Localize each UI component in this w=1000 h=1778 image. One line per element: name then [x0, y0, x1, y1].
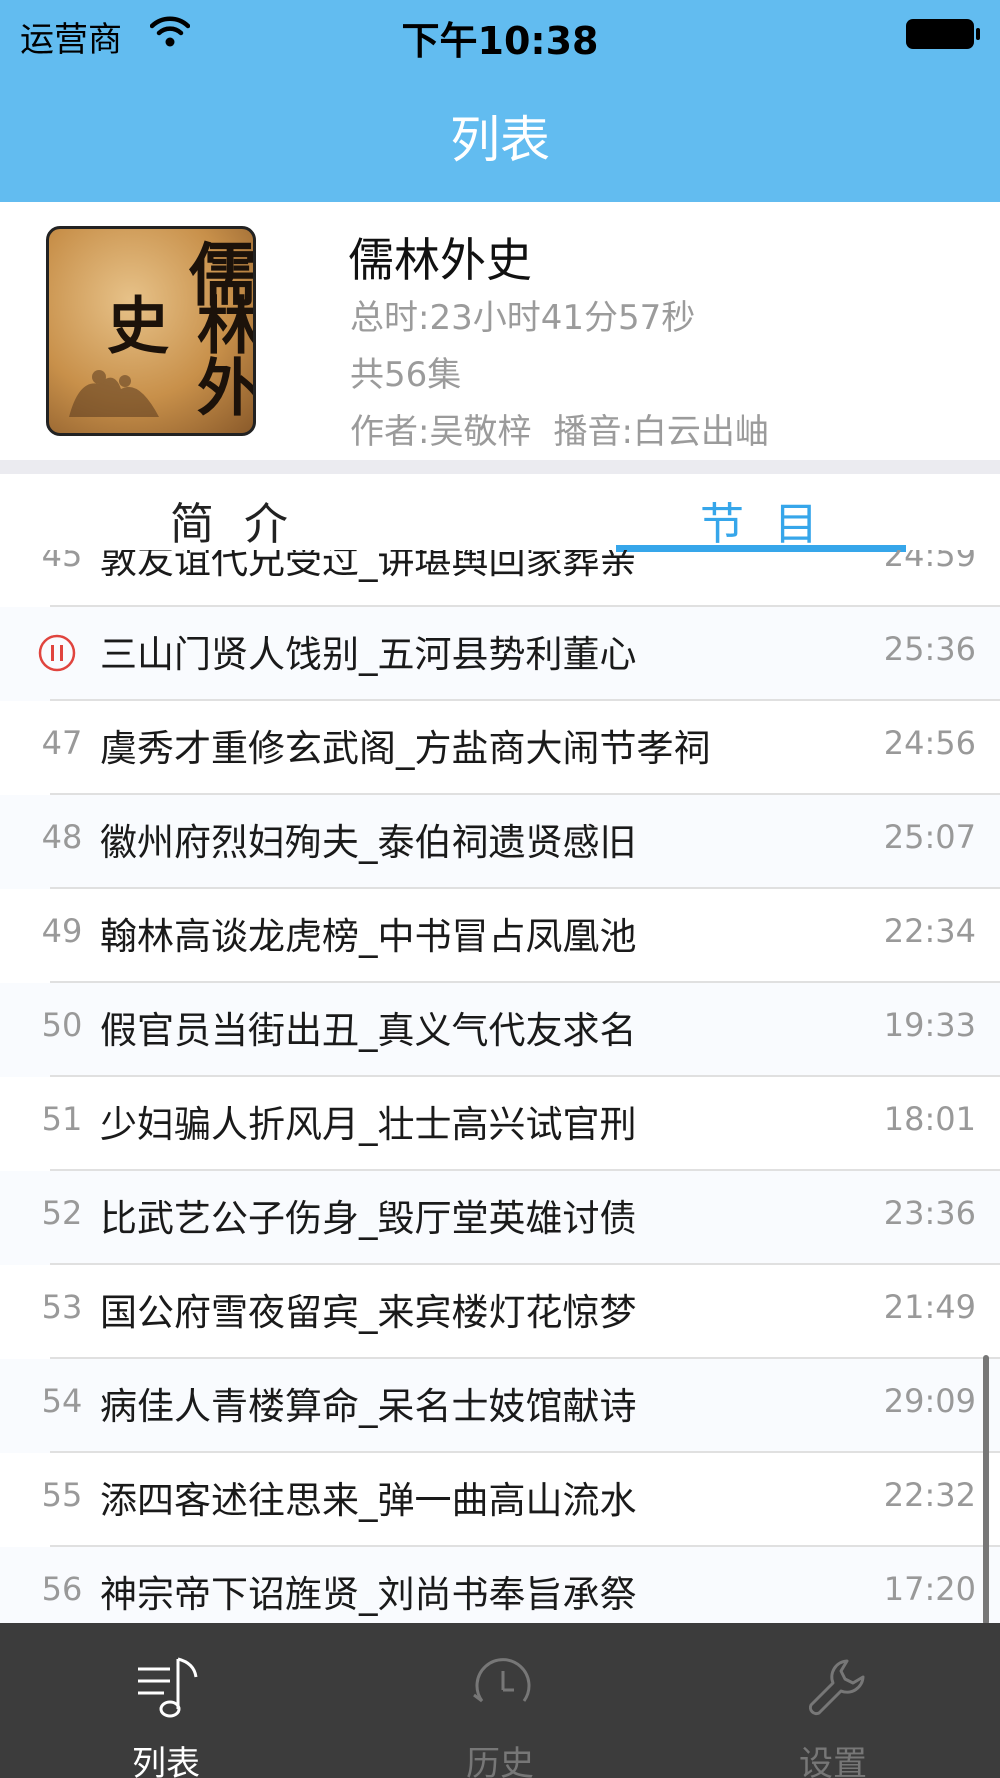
episode-number: 48 — [41, 818, 83, 856]
cover-illustration — [69, 370, 159, 417]
episode-count: 共56集 — [350, 355, 462, 395]
episode-duration: 21:49 — [883, 1288, 976, 1326]
episode-duration: 17:20 — [883, 1570, 976, 1608]
episode-number: 54 — [41, 1382, 83, 1420]
tab-intro[interactable]: 简介 — [170, 488, 318, 552]
episode-list[interactable]: 45 敦友谊代兄受过_讲堪舆回家葬亲 24:59 三山门贤人饯别_五河县势利董心… — [0, 550, 1000, 1623]
episode-duration: 25:07 — [883, 818, 976, 856]
episode-duration: 23:36 — [883, 1194, 976, 1232]
tabbar-item-history[interactable]: 历史 — [400, 1623, 600, 1778]
tabbar-label-settings: 设置 — [799, 1744, 867, 1778]
book-cover[interactable]: 儒 林外史 — [46, 226, 256, 436]
episode-duration: 25:36 — [883, 630, 976, 668]
tab-episodes[interactable]: 节目 — [700, 488, 848, 552]
episode-title: 虞秀才重修玄武阁_方盐商大闹节孝祠 — [100, 727, 711, 770]
book-title: 儒林外史 — [348, 233, 532, 287]
episode-duration: 29:09 — [883, 1382, 976, 1420]
episode-row[interactable]: 48 徽州府烈妇殉夫_泰伯祠遗贤感旧 25:07 — [0, 795, 1000, 889]
episode-number: 55 — [41, 1476, 83, 1514]
episode-title: 病佳人青楼算命_呆名士妓馆献诗 — [100, 1385, 637, 1428]
tabbar-label-list: 列表 — [132, 1744, 200, 1778]
status-bar: 运营商 下午10:38 — [0, 0, 1000, 70]
total-duration: 总时:23小时41分57秒 — [350, 298, 696, 338]
clock-icon — [473, 1658, 531, 1703]
page-title: 列表 — [450, 111, 550, 169]
segment-tabs: 简介 节目 — [0, 474, 1000, 554]
episode-row[interactable]: 52 比武艺公子伤身_毁厅堂英雄讨债 23:36 — [0, 1171, 1000, 1265]
battery-icon — [906, 19, 980, 49]
episode-title: 比武艺公子伤身_毁厅堂英雄讨债 — [100, 1197, 637, 1240]
episode-title: 翰林高谈龙虎榜_中书冒占凤凰池 — [100, 915, 637, 958]
episode-row[interactable]: 49 翰林高谈龙虎榜_中书冒占凤凰池 22:34 — [0, 889, 1000, 983]
episode-title: 假官员当街出丑_真义气代友求名 — [100, 1009, 637, 1052]
credits: 作者:吴敬梓 播音:白云出岫 — [350, 404, 769, 453]
episode-duration: 24:59 — [883, 550, 976, 574]
episode-number: 49 — [41, 912, 83, 950]
narrator-label: 播音:白云出岫 — [553, 412, 769, 452]
episode-row[interactable]: 51 少妇骗人折风月_壮士高兴试官刑 18:01 — [0, 1077, 1000, 1171]
episode-number: 45 — [41, 550, 83, 574]
episode-number: 53 — [41, 1288, 83, 1326]
episode-number: 56 — [41, 1570, 83, 1608]
episode-duration: 19:33 — [883, 1006, 976, 1044]
section-divider — [0, 460, 1000, 474]
episode-row[interactable]: 56 神宗帝下诏旌贤_刘尚书奉旨承祭 17:20 — [0, 1547, 1000, 1623]
episode-row[interactable]: 45 敦友谊代兄受过_讲堪舆回家葬亲 24:59 — [0, 550, 1000, 607]
tabbar-item-list[interactable]: 列表 — [66, 1623, 266, 1778]
music-list-icon — [138, 1657, 198, 1718]
episode-title: 添四客述往思来_弹一曲高山流水 — [100, 1479, 637, 1522]
episode-number: 47 — [41, 724, 83, 762]
scroll-indicator[interactable] — [983, 1355, 989, 1625]
episode-title: 三山门贤人饯别_五河县势利董心 — [100, 633, 637, 676]
episode-row-playing[interactable]: 三山门贤人饯别_五河县势利董心 25:36 — [0, 607, 1000, 701]
wrench-icon — [808, 1659, 865, 1716]
episode-title: 徽州府烈妇殉夫_泰伯祠遗贤感旧 — [100, 821, 637, 864]
episode-row[interactable]: 53 国公府雪夜留宾_来宾楼灯花惊梦 21:49 — [0, 1265, 1000, 1359]
author-label: 作者:吴敬梓 — [350, 412, 532, 452]
tabbar-item-settings[interactable]: 设置 — [733, 1623, 933, 1778]
episode-title: 国公府雪夜留宾_来宾楼灯花惊梦 — [100, 1291, 637, 1334]
bottom-tab-bar: 列表 历史 设置 — [0, 1623, 1000, 1778]
episode-title: 神宗帝下诏旌贤_刘尚书奉旨承祭 — [100, 1573, 637, 1616]
episode-duration: 18:01 — [883, 1100, 976, 1138]
navigation-header: 运营商 下午10:38 列表 — [0, 0, 1000, 202]
episode-row[interactable]: 54 病佳人青楼算命_呆名士妓馆献诗 29:09 — [0, 1359, 1000, 1453]
book-info-card: 儒 林外史 儒林外史 总时:23小时41分57秒 共56集 作者:吴敬梓 播音:白… — [0, 202, 1000, 460]
episode-title: 敦友谊代兄受过_讲堪舆回家葬亲 — [100, 550, 637, 582]
pause-icon[interactable] — [37, 633, 77, 673]
episode-duration: 22:34 — [883, 912, 976, 950]
episode-row[interactable]: 55 添四客述往思来_弹一曲高山流水 22:32 — [0, 1453, 1000, 1547]
status-time: 下午10:38 — [401, 19, 599, 63]
tabbar-label-history: 历史 — [466, 1744, 534, 1778]
episode-duration: 22:32 — [883, 1476, 976, 1514]
episode-row[interactable]: 50 假官员当街出丑_真义气代友求名 19:33 — [0, 983, 1000, 1077]
episode-duration: 24:56 — [883, 724, 976, 762]
episode-number: 52 — [41, 1194, 83, 1232]
episode-title: 少妇骗人折风月_壮士高兴试官刑 — [100, 1103, 637, 1146]
episode-number: 50 — [41, 1006, 83, 1044]
episode-number: 51 — [41, 1100, 83, 1138]
episode-row[interactable]: 47 虞秀才重修玄武阁_方盐商大闹节孝祠 24:56 — [0, 701, 1000, 795]
